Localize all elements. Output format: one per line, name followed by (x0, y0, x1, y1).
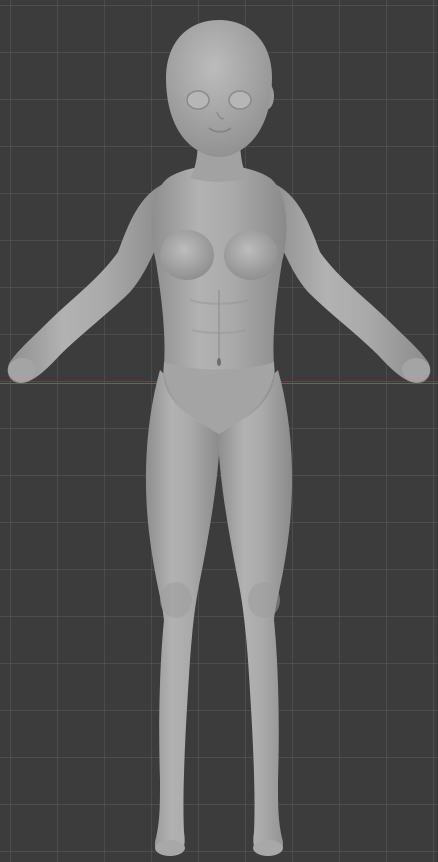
left-hand (8, 358, 36, 382)
right-eye (228, 90, 252, 110)
left-arm (7, 182, 169, 384)
3d-viewport[interactable] (0, 0, 438, 862)
left-breast (160, 230, 214, 280)
right-breast (224, 230, 278, 280)
navel (217, 358, 221, 366)
right-arm (270, 182, 431, 384)
head (166, 20, 272, 157)
left-eye (186, 90, 210, 110)
sculpt-model[interactable] (0, 0, 438, 862)
left-foot (155, 840, 185, 856)
right-hand (402, 358, 430, 382)
right-foot (253, 840, 283, 856)
